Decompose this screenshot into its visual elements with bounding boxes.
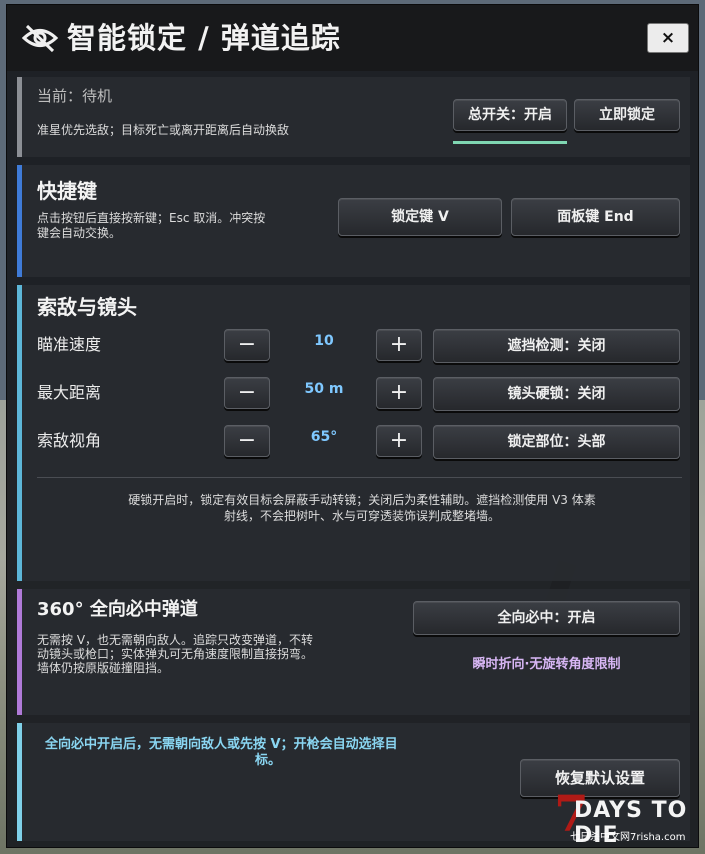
camera-hard-lock-toggle[interactable]: 镜头硬锁：关闭 <box>433 377 680 411</box>
aim-speed-value: 10 <box>314 333 334 349</box>
hotkeys-hint-line2: 键会自动交换。 <box>37 226 122 240</box>
search-fov-label: 索敌视角 <box>37 431 102 450</box>
omni-section: 360° 全向必中弹道 无需按 V，也无需朝向敌人。追踪只改变弹道，不转 动镜头… <box>17 589 690 715</box>
occlusion-check-toggle[interactable]: 遮挡检测：关闭 <box>433 329 680 363</box>
search-fov-decrease-button[interactable]: − <box>224 425 270 457</box>
footer-accent-bar <box>17 723 22 841</box>
status-section: 当前：待机 准星优先选敌；目标死亡或离开距离后自动换敌 总开关：开启 立即锁定 <box>17 77 690 157</box>
hotkeys-accent-bar <box>17 165 22 277</box>
max-distance-decrease-button[interactable]: − <box>224 377 270 409</box>
targeting-heading: 索敌与镜头 <box>37 295 137 319</box>
omni-desc-line3: 墙体仍按原版碰撞阻挡。 <box>37 661 170 675</box>
lock-now-button[interactable]: 立即锁定 <box>574 99 680 131</box>
panel-key-button[interactable]: 面板键 End <box>511 198 680 236</box>
current-status: 当前：待机 <box>37 87 113 105</box>
search-fov-value: 65° <box>310 429 338 445</box>
footer-note-line1: 全向必中开启后，无需朝向敌人或先按 V；开枪会自动选择目 <box>45 737 398 752</box>
smart-lock-panel: 智能锁定 / 弹道追踪 × 当前：待机 准星优先选敌；目标死亡或离开距离后自动换… <box>6 4 699 848</box>
targeting-section: 索敌与镜头 瞄准速度 − 10 + 遮挡检测：关闭 最大距离 − 50 m + … <box>17 285 690 581</box>
search-fov-increase-button[interactable]: + <box>376 425 422 457</box>
master-switch-indicator <box>453 141 567 144</box>
omni-accent-bar <box>17 589 22 715</box>
hotkeys-heading: 快捷键 <box>37 179 97 203</box>
max-distance-label: 最大距离 <box>37 383 102 402</box>
master-switch-button[interactable]: 总开关：开启 <box>453 99 567 131</box>
eye-slash-icon <box>21 24 59 53</box>
lock-bone-toggle[interactable]: 锁定部位：头部 <box>433 425 680 459</box>
omni-hit-toggle[interactable]: 全向必中：开启 <box>413 601 680 635</box>
close-button[interactable]: × <box>647 23 689 53</box>
status-hint: 准星优先选敌；目标死亡或离开距离后自动换敌 <box>37 123 290 137</box>
status-accent-bar <box>17 77 22 157</box>
targeting-note-line1: 硬锁开启时，锁定有效目标会屏蔽手动转镜；关闭后为柔性辅助。遮挡检测使用 V3 体… <box>128 493 596 507</box>
aim-speed-label: 瞄准速度 <box>37 335 102 354</box>
logo-site-text: 七日杀中文网7risha.com <box>570 832 686 843</box>
targeting-divider <box>37 477 682 478</box>
omni-heading: 360° 全向必中弹道 <box>37 599 198 620</box>
targeting-note-line2: 射线，不会把树叶、水与可穿透装饰误判成整堵墙。 <box>223 509 500 523</box>
aim-speed-decrease-button[interactable]: − <box>224 329 270 361</box>
panel-title: 智能锁定 / 弹道追踪 <box>67 21 341 55</box>
game-logo: 7 DAYS TO DIE 七日杀中文网7risha.com <box>548 784 700 848</box>
max-distance-increase-button[interactable]: + <box>376 377 422 409</box>
max-distance-value: 50 m <box>304 381 344 397</box>
hotkeys-section: 快捷键 点击按钮后直接按新键；Esc 取消。冲突按 键会自动交换。 锁定键 V … <box>17 165 690 277</box>
aim-speed-increase-button[interactable]: + <box>376 329 422 361</box>
omni-subnote: 瞬时折向·无旋转角度限制 <box>472 657 621 672</box>
title-bar: 智能锁定 / 弹道追踪 × <box>7 5 698 71</box>
lock-key-button[interactable]: 锁定键 V <box>338 198 502 236</box>
targeting-accent-bar <box>17 285 22 581</box>
footer-note-line2: 标。 <box>255 753 282 768</box>
